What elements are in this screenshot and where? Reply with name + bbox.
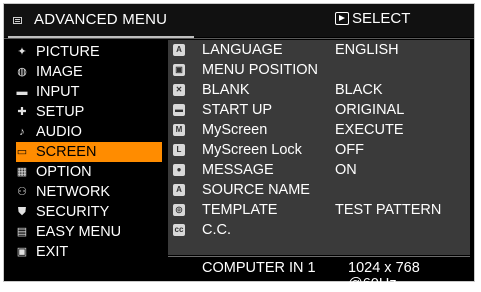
menu-item-setup[interactable]: ✚ SETUP [14, 102, 164, 122]
menu-item-option[interactable]: ▦ OPTION [14, 162, 164, 182]
menu-item-exit[interactable]: ▣ EXIT [14, 242, 164, 262]
menu-item-security[interactable]: ⛊ SECURITY [14, 202, 164, 222]
setting-row-template[interactable]: ◎ TEMPLATE TEST PATTERN [168, 200, 470, 220]
security-icon: ⛊ [17, 206, 27, 218]
status-footer: COMPUTER IN 1 1024 x 768 @60Hz [168, 257, 470, 292]
menu-item-audio[interactable]: ♪ AUDIO [14, 122, 164, 142]
blank-icon: ✕ [173, 84, 185, 96]
setting-value: OFF [335, 142, 364, 158]
myscreen-lock-icon: L [173, 144, 185, 156]
input-icon: ▬ [16, 86, 28, 98]
option-icon: ▦ [16, 166, 28, 178]
menu-item-label: EASY MENU [36, 224, 122, 240]
setting-row-c-c-[interactable]: cc C.C. [168, 220, 470, 240]
setting-label: MyScreen Lock [202, 142, 302, 158]
setting-label: START UP [202, 102, 273, 118]
start-up-icon: ▬ [173, 104, 185, 116]
setting-value: ENGLISH [335, 42, 399, 58]
setting-row-start-up[interactable]: ▬ START UP ORIGINAL [168, 100, 470, 120]
setting-row-blank[interactable]: ✕ BLANK BLACK [168, 80, 470, 100]
menu-item-label: SETUP [36, 104, 85, 120]
menu-icon [13, 17, 22, 24]
setting-row-menu-position[interactable]: ▣ MENU POSITION [168, 60, 470, 80]
setting-value: EXECUTE [335, 122, 404, 138]
exit-icon: ▣ [16, 246, 28, 258]
message-icon: ● [173, 164, 185, 176]
menu-item-label: PICTURE [36, 44, 100, 60]
setting-label: MyScreen [202, 122, 268, 138]
setting-label: SOURCE NAME [202, 182, 310, 198]
setting-label: TEMPLATE [202, 202, 278, 218]
header-divider [4, 38, 474, 39]
network-icon: ⚇ [17, 186, 27, 198]
setting-label: MENU POSITION [202, 62, 319, 78]
title-bar: ADVANCED MENU SELECT [4, 4, 474, 37]
myscreen-icon: M [173, 124, 185, 136]
setting-value: TEST PATTERN [335, 202, 442, 218]
select-icon [335, 12, 349, 25]
cc-icon: cc [173, 224, 185, 236]
menu-item-input[interactable]: ▬ INPUT [14, 82, 164, 102]
setting-row-myscreen[interactable]: M MyScreen EXECUTE [168, 120, 470, 140]
image-icon: ◍ [17, 66, 27, 78]
menu-item-label: NETWORK [36, 184, 111, 200]
menu-item-label: SCREEN [36, 144, 97, 160]
setting-label: C.C. [202, 222, 231, 238]
audio-icon: ♪ [19, 126, 25, 138]
setting-row-message[interactable]: ● MESSAGE ON [168, 160, 470, 180]
menu-item-picture[interactable]: ✦ PICTURE [14, 42, 164, 62]
menu-item-screen[interactable]: ▭ SCREEN [16, 142, 174, 162]
setting-row-myscreen-lock[interactable]: L MyScreen Lock OFF [168, 140, 470, 160]
template-icon: ◎ [173, 204, 185, 216]
menu-item-label: OPTION [36, 164, 92, 180]
select-hint: SELECT [335, 10, 410, 27]
submenu-panel: A LANGUAGE ENGLISH ▣ MENU POSITION ✕ BLANK BLAC… [168, 40, 470, 255]
menu-item-network[interactable]: ⚇ NETWORK [14, 182, 164, 202]
menu-item-image[interactable]: ◍ IMAGE [14, 62, 164, 82]
menu-item-easy-menu[interactable]: ▤ EASY MENU [14, 222, 164, 242]
language-icon: A [173, 44, 185, 56]
menu-item-label: SECURITY [36, 204, 110, 220]
setting-label: BLANK [202, 82, 250, 98]
setting-row-language[interactable]: A LANGUAGE ENGLISH [168, 40, 470, 60]
select-hint-label: SELECT [352, 10, 411, 27]
signal-resolution-label: 1024 x 768 @60Hz [348, 260, 420, 292]
setup-icon: ✚ [17, 106, 27, 118]
menu-position-icon: ▣ [173, 64, 185, 76]
menu-item-label: INPUT [36, 84, 80, 100]
menu-item-label: IMAGE [36, 64, 83, 80]
setting-value: BLACK [335, 82, 383, 98]
screen-icon: ▭ [16, 146, 28, 158]
setting-label: MESSAGE [202, 162, 274, 178]
input-source-label: COMPUTER IN 1 [202, 260, 316, 276]
picture-icon: ✦ [17, 46, 27, 58]
setting-value: ORIGINAL [335, 102, 405, 118]
menu-item-label: EXIT [36, 244, 69, 260]
setting-label: LANGUAGE [202, 42, 283, 58]
setting-row-source-name[interactable]: A SOURCE NAME [168, 180, 470, 200]
menu-title: ADVANCED MENU [34, 11, 168, 28]
main-menu-list: ✦ PICTURE ◍ IMAGE ▬ INPUT ✚ SETUP ♪ AUDIO ▭ SCREEN ▦… [14, 42, 174, 262]
easy-menu-icon: ▤ [16, 226, 28, 238]
menu-item-label: AUDIO [36, 124, 82, 140]
setting-value: ON [335, 162, 357, 178]
osd-menu-window: ADVANCED MENU SELECT ✦ PICTURE ◍ IMAGE ▬ INPU… [3, 3, 475, 292]
source-name-icon: A [173, 184, 185, 196]
